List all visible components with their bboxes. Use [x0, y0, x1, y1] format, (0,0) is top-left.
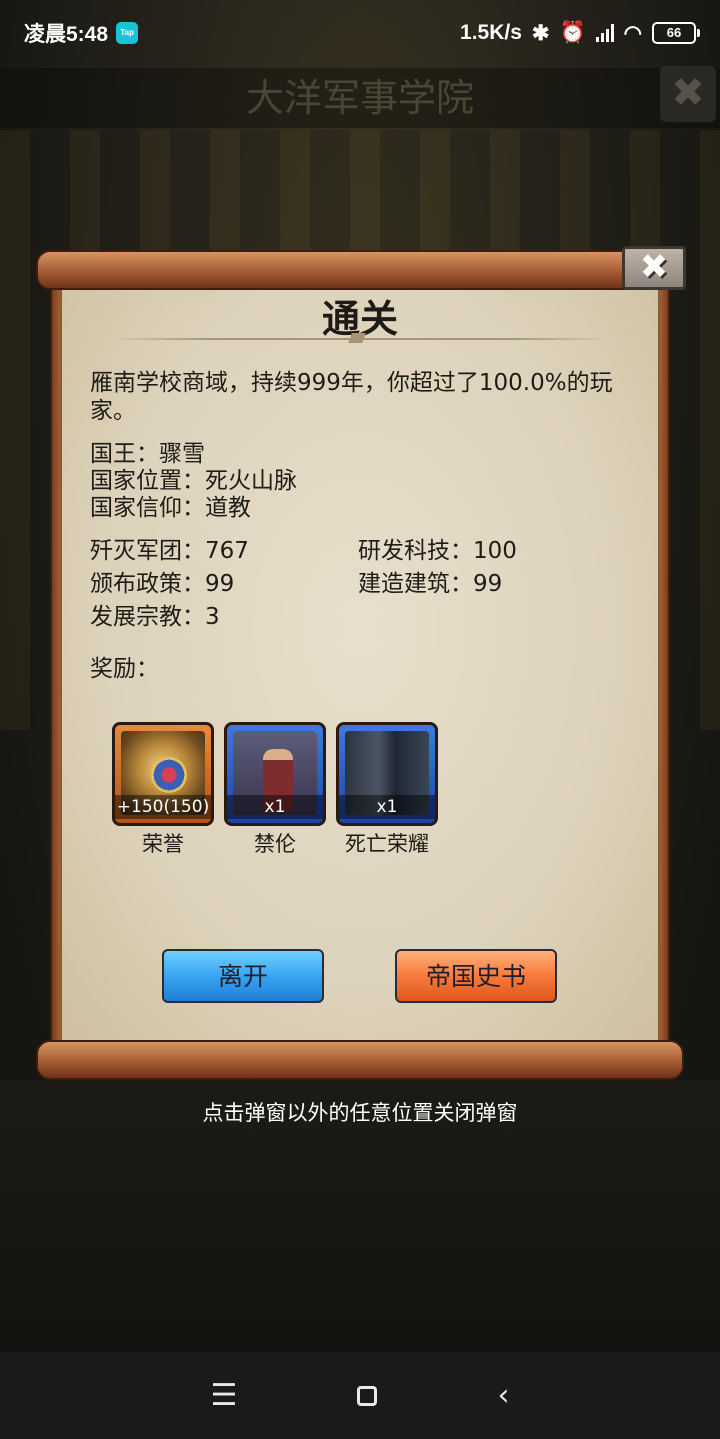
king-text: 国王：骤雪 [90, 441, 205, 467]
reward-name: 禁伦 [254, 832, 296, 856]
wifi-icon: ◠ [623, 21, 642, 45]
reward-item[interactable]: x1 禁伦 [224, 722, 326, 858]
close-hint: 点击弹窗以外的任意位置关闭弹窗 [202, 1101, 518, 1125]
reward-card[interactable]: x1 [336, 722, 438, 826]
empire-history-button[interactable]: 帝国史书 [395, 949, 557, 1003]
home-icon[interactable] [357, 1385, 378, 1406]
reward-item[interactable]: +150(150) 荣誉 [112, 722, 214, 858]
alarm-icon: ⏰ [559, 21, 586, 44]
medal-emblem-icon [151, 757, 187, 793]
taptap-icon: Tap [116, 22, 139, 44]
stat-religions: 发展宗教：3 [90, 604, 220, 630]
reward-count: x1 [339, 795, 435, 819]
reward-name: 死亡荣耀 [345, 832, 429, 856]
stat-legions: 歼灭军团：767 [90, 538, 249, 564]
scroll-rod-bottom [36, 1040, 684, 1080]
reward-card[interactable]: x1 [224, 722, 326, 826]
reward-item[interactable]: x1 死亡荣耀 [336, 722, 438, 858]
status-bar: 凌晨5:48 Tap 1.5K/s ✱ ⏰ ◠ 66 [0, 0, 720, 66]
rewards-label: 奖励： [90, 656, 159, 682]
signal-icon [595, 24, 614, 42]
background-close-icon: ✖ [660, 66, 716, 122]
back-icon[interactable]: ‹ [497, 1378, 509, 1413]
scroll-rod-top [36, 250, 684, 290]
background-title: 大洋军事学院 [0, 68, 720, 128]
stat-buildings: 建造建筑：99 [358, 571, 503, 597]
rewards-list: +150(150) 荣誉 x1 禁伦 x1 死亡荣耀 [112, 722, 438, 858]
leave-button[interactable]: 离开 [162, 949, 324, 1003]
stat-policies: 颁布政策：99 [90, 571, 235, 597]
reward-card[interactable]: +150(150) [112, 722, 214, 826]
reward-count: x1 [227, 795, 323, 819]
menu-icon[interactable]: ☰ [211, 1378, 238, 1413]
location-text: 国家位置：死火山脉 [90, 468, 297, 494]
battery-icon: 66 [652, 22, 700, 44]
religion-text: 国家信仰：道教 [90, 495, 251, 521]
dialog-close-button[interactable]: ✖ [622, 246, 686, 290]
close-icon: ✖ [639, 247, 669, 287]
reward-name: 荣誉 [142, 832, 184, 856]
system-nav-bar: ☰ ‹ [0, 1352, 720, 1439]
stat-tech: 研发科技：100 [358, 538, 517, 564]
summary-text: 雁南学校商域，持续999年，你超过了100.0%的玩家。 [90, 370, 613, 424]
reward-count: +150(150) [115, 795, 211, 819]
status-time: 凌晨5:48 [24, 23, 109, 46]
net-speed: 1.5K/s [460, 21, 522, 44]
bluetooth-icon: ✱ [531, 21, 550, 45]
